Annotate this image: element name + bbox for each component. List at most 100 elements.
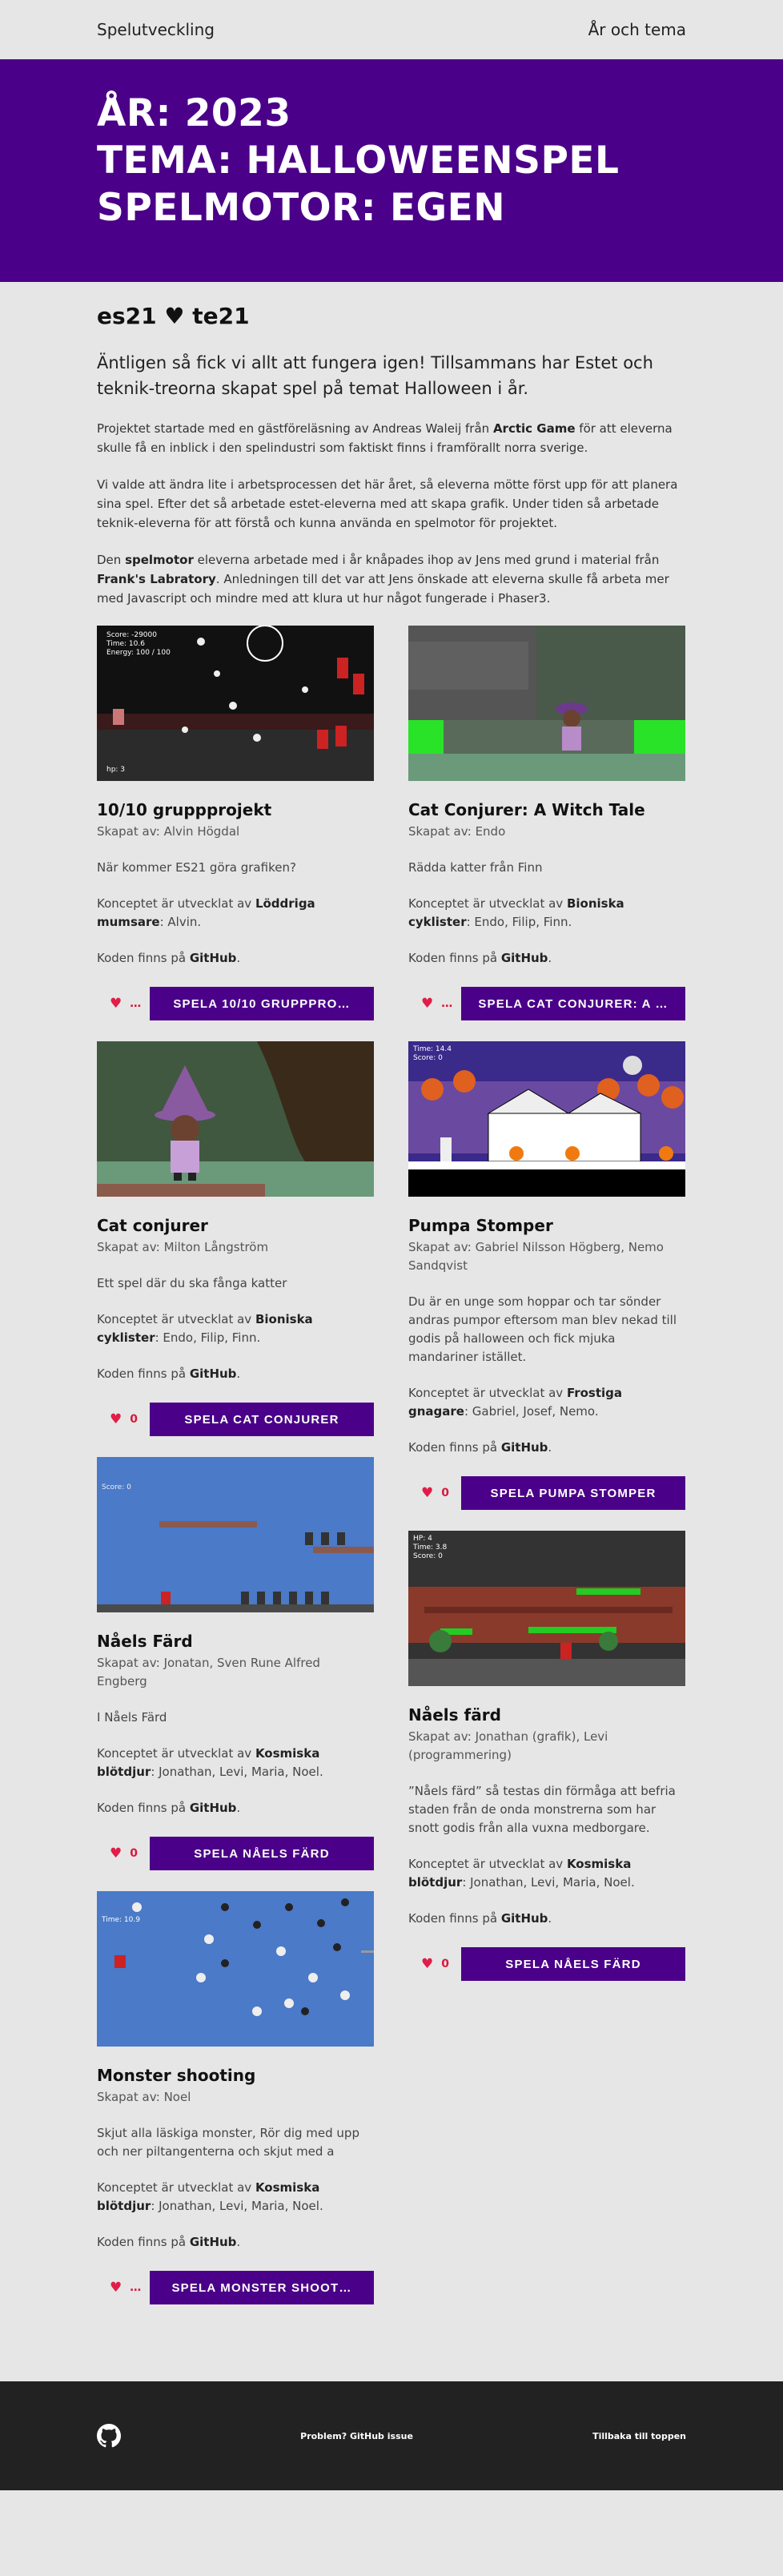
screenshot-shape — [563, 710, 580, 727]
game-actions: ♥… SPELA CAT CONJURER: A … — [408, 987, 685, 1020]
github-link[interactable]: GitHub — [190, 2235, 237, 2249]
screenshot-shape: Time: 10.9 — [101, 1916, 140, 1924]
game-author: Skapat av: Endo — [408, 824, 506, 839]
screenshot-shape — [159, 1521, 257, 1527]
game-thumbnail[interactable]: HP: 4 Time: 3.8 Score: 0 — [408, 1531, 685, 1686]
game-card: Score: 0 Nåels Färd Skapat av: Jonatan, … — [97, 1457, 374, 1870]
game-screenshot: Time: 10.9 — [97, 1891, 374, 2047]
screenshot-shape — [284, 1998, 294, 2008]
game-card: Time: 14.4 Score: 0 Pumpa Stomper Skapat … — [408, 1041, 685, 1510]
game-code: Koden finns på GitHub. — [408, 1439, 685, 1457]
screenshot-shape — [408, 642, 528, 690]
text: : Jonathan, Levi, Maria, Noel. — [151, 2199, 323, 2213]
play-button[interactable]: SPELA CAT CONJURER — [150, 1403, 374, 1436]
screenshot-shape — [408, 720, 444, 754]
screenshot-shape — [188, 1173, 196, 1181]
game-screenshot: Score: -29000Time: 10.6Energy: 100 / 100… — [97, 626, 374, 781]
screenshot-shape — [253, 734, 261, 742]
game-description: Du är en unge som hoppar och tar sönder … — [408, 1294, 677, 1364]
game-thumbnail[interactable] — [97, 1041, 374, 1197]
github-link[interactable]: GitHub — [501, 1911, 548, 1926]
text: Konceptet är utvecklat av — [97, 896, 255, 911]
heart-icon: ♥ — [421, 1956, 434, 1972]
screenshot-shape — [302, 686, 308, 693]
play-button[interactable]: SPELA MONSTER SHOOT… — [150, 2271, 374, 2304]
screenshot-shape — [337, 658, 348, 678]
game-card: Time: 10.9 Monster shooting Skapat av: N… — [97, 1891, 374, 2304]
game-thumbnail[interactable]: Time: 14.4 Score: 0 — [408, 1041, 685, 1197]
year-theme-link[interactable]: År och tema — [588, 20, 686, 39]
github-link[interactable]: GitHub — [190, 1801, 237, 1815]
github-issue-link[interactable]: Problem? GitHub issue — [300, 2431, 413, 2441]
play-button[interactable]: SPELA CAT CONJURER: A … — [461, 987, 685, 1020]
text: Konceptet är utvecklat av — [408, 1386, 567, 1400]
game-concept: Konceptet är utvecklat av Kosmiska blötd… — [97, 2179, 374, 2216]
screenshot-shape — [509, 1146, 524, 1161]
play-button[interactable]: SPELA NÅELS FÄRD — [150, 1837, 374, 1870]
screenshot-shape — [317, 730, 328, 749]
github-link[interactable]: GitHub — [190, 951, 237, 965]
screenshot-shape — [174, 1173, 182, 1181]
play-button[interactable]: SPELA 10/10 GRUPPPRO… — [150, 987, 374, 1020]
play-button[interactable]: SPELA PUMPA STOMPER — [461, 1476, 685, 1510]
text: . — [236, 2235, 241, 2249]
screenshot-shape — [335, 726, 347, 747]
game-thumbnail[interactable]: Time: 10.9 — [97, 1891, 374, 2047]
github-link[interactable]: GitHub — [190, 1366, 237, 1381]
brand-link[interactable]: Spelutveckling — [97, 20, 215, 39]
text: : Jonathan, Levi, Maria, Noel. — [151, 1765, 323, 1779]
game-author: Skapat av: Jonathan (grafik), Levi (prog… — [408, 1729, 608, 1762]
like-button[interactable]: ♥ 0 — [408, 1956, 449, 1972]
game-actions: ♥… SPELA 10/10 GRUPPPRO… — [97, 987, 374, 1020]
game-screenshot: Score: 0 — [97, 1457, 374, 1612]
github-icon[interactable] — [97, 2424, 121, 2448]
game-author: Skapat av: Milton Långström — [97, 1240, 269, 1254]
like-count: 0 — [441, 1958, 449, 1970]
game-actions: ♥… SPELA MONSTER SHOOT… — [97, 2271, 374, 2304]
game-actions: ♥ 0 SPELA PUMPA STOMPER — [408, 1476, 685, 1510]
screenshot-shape — [114, 1955, 126, 1968]
like-button[interactable]: ♥… — [97, 2280, 141, 2296]
like-button[interactable]: ♥… — [97, 996, 141, 1012]
hero-year: ÅR: 2023 — [97, 91, 291, 135]
screenshot-shape — [132, 1902, 142, 1912]
text: . — [236, 1801, 241, 1815]
screenshot-shape — [353, 674, 364, 694]
text: : Alvin. — [159, 915, 202, 929]
heart-icon: ♥ — [110, 2280, 122, 2296]
game-title: Nåels Färd — [97, 1632, 193, 1651]
text: . — [236, 1366, 241, 1381]
game-code: Koden finns på GitHub. — [408, 1910, 685, 1928]
game-thumbnail[interactable] — [408, 626, 685, 781]
screenshot-shape — [576, 1588, 640, 1595]
like-button[interactable]: ♥ 0 — [97, 1845, 138, 1862]
game-thumbnail[interactable]: Score: 0 — [97, 1457, 374, 1612]
like-button[interactable]: ♥ 0 — [408, 1485, 449, 1501]
screenshot-shape — [253, 1921, 261, 1929]
screenshot-shape — [562, 727, 581, 751]
column-right: Cat Conjurer: A Witch Tale Skapat av: En… — [408, 626, 685, 2002]
github-link[interactable]: GitHub — [501, 1440, 548, 1455]
screenshot-shape — [273, 1592, 281, 1604]
screenshot-shape — [204, 1934, 214, 1944]
screenshot-shape — [408, 1169, 685, 1197]
like-count: 0 — [130, 1847, 138, 1860]
game-title: Nåels färd — [408, 1705, 501, 1725]
back-to-top-link[interactable]: Tillbaka till toppen — [592, 2431, 686, 2441]
screenshot-shape — [421, 1078, 444, 1101]
game-thumbnail[interactable]: Score: -29000 Time: 10.6 Energy: 100 / 100… — [97, 626, 374, 781]
screenshot-shape — [276, 1946, 286, 1956]
like-button[interactable]: ♥… — [408, 996, 452, 1012]
hero-banner: ÅR: 2023 TEMA: HALLOWEENSPEL SPELMOTOR: … — [0, 59, 783, 282]
play-label: SPELA NÅELS FÄRD — [194, 1846, 330, 1861]
game-author: Skapat av: Alvin Högdal — [97, 824, 240, 839]
play-button[interactable]: SPELA NÅELS FÄRD — [461, 1947, 685, 1981]
like-button[interactable]: ♥ 0 — [97, 1411, 138, 1427]
github-link[interactable]: GitHub — [501, 951, 548, 965]
game-concept: Konceptet är utvecklat av Kosmiska blötd… — [97, 1745, 374, 1781]
screenshot-shape — [305, 1592, 313, 1604]
heart-icon: ♥ — [421, 1485, 434, 1501]
play-label: SPELA CAT CONJURER: A … — [478, 996, 669, 1011]
screenshot-shape — [97, 1184, 265, 1197]
text: Konceptet är utvecklat av — [97, 2180, 255, 2195]
